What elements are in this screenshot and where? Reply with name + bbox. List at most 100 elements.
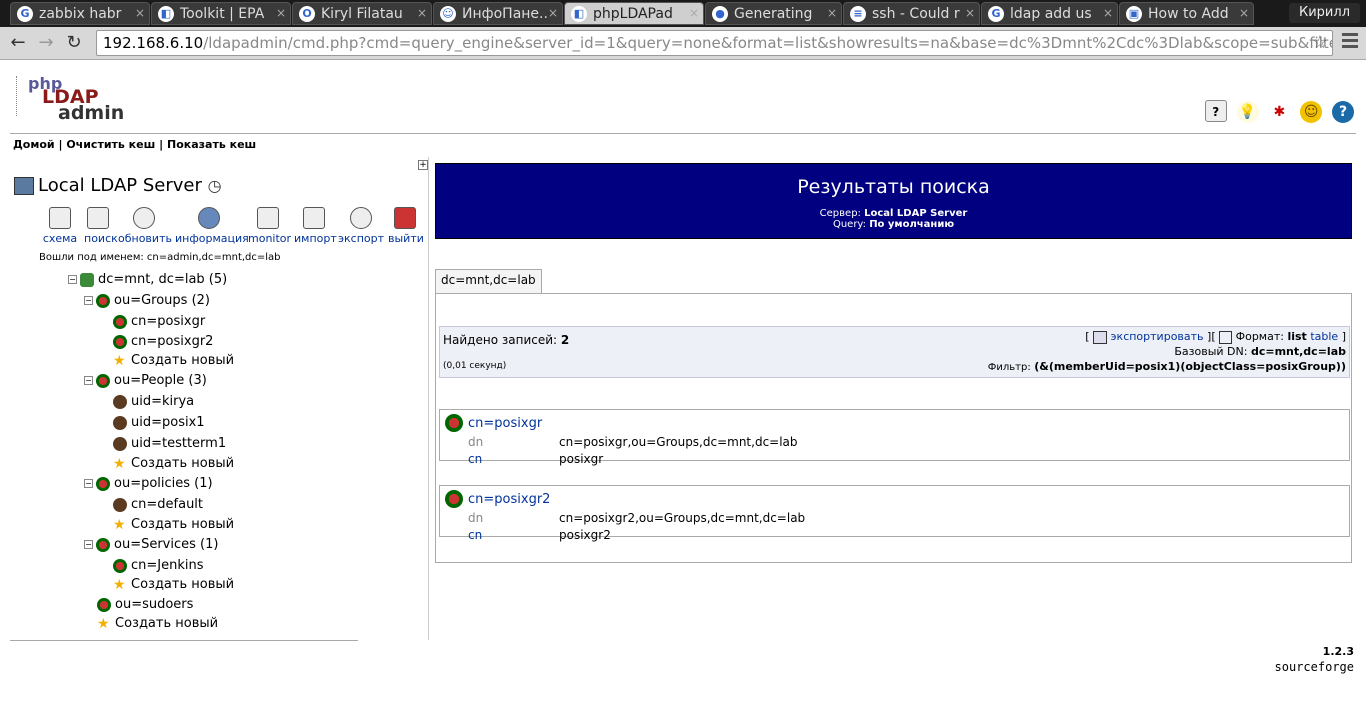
import-button[interactable]: импорт	[294, 207, 337, 245]
browser-tab[interactable]: ● Generating ×	[705, 2, 842, 25]
expand-toggle[interactable]: +	[418, 160, 428, 170]
entry-link[interactable]: cn=posixgr2	[468, 492, 550, 507]
refresh-icon	[133, 207, 155, 229]
close-icon[interactable]: ×	[548, 6, 558, 20]
user-icon	[113, 394, 127, 409]
forward-arrow-icon[interactable]: →	[34, 31, 58, 55]
collapse-toggle[interactable]: −	[68, 275, 77, 284]
tree-item[interactable]: uid=kirya	[113, 394, 194, 409]
profile-button[interactable]: Кирилл	[1289, 3, 1360, 23]
version-label: 1.2.3	[1322, 645, 1354, 658]
attr-link[interactable]: cn	[468, 452, 482, 466]
page-icon: ◧	[571, 6, 587, 22]
create-new-link[interactable]: ★ Создать новый	[113, 517, 234, 532]
clear-cache-link[interactable]: Очистить кеш	[66, 138, 155, 151]
group-icon	[445, 414, 463, 432]
entry-link[interactable]: cn=posixgr	[468, 416, 542, 431]
divider	[10, 640, 358, 641]
format-table-link[interactable]: table	[1310, 330, 1338, 343]
server-icon	[14, 177, 34, 195]
create-new-link[interactable]: ★ Создать новый	[113, 456, 234, 471]
attr-link[interactable]: cn	[468, 528, 482, 542]
info-button[interactable]: информация	[175, 207, 249, 245]
collapse-toggle[interactable]: −	[84, 540, 93, 549]
collapse-toggle[interactable]: −	[84, 376, 93, 385]
browser-tab[interactable]: ☺ ИнфоПане.. ×	[433, 2, 563, 25]
tree-item[interactable]: − ou=policies (1)	[84, 476, 213, 491]
close-icon[interactable]: ×	[417, 6, 427, 20]
tree-item[interactable]: − ou=Services (1)	[84, 537, 218, 552]
export-button[interactable]: экспорт	[338, 207, 384, 245]
close-icon[interactable]: ×	[965, 6, 975, 20]
avatar-icon: ☺	[440, 6, 456, 22]
schema-button[interactable]: схема	[40, 207, 80, 245]
result-entry: cn=posixgr2 dn cn=posixgr2,ou=Groups,dc=…	[439, 485, 1350, 542]
search-button[interactable]: поиск	[84, 207, 118, 245]
create-new-link[interactable]: ★ Создать новый	[97, 616, 218, 631]
results-header: Результаты поиска Сервер: Local LDAP Ser…	[435, 163, 1352, 239]
tree-item[interactable]: ou=sudoers	[97, 597, 193, 612]
tree-item[interactable]: cn=posixgr	[113, 314, 205, 329]
menu-icon[interactable]	[1342, 33, 1358, 51]
monitor-icon	[257, 207, 279, 229]
tree-item[interactable]: uid=posix1	[113, 415, 205, 430]
browser-tab[interactable]: ◧ Toolkit | EPA ×	[151, 2, 291, 25]
result-entry: cn=posixgr dn cn=posixgr,ou=Groups,dc=mn…	[439, 409, 1350, 466]
close-icon[interactable]: ×	[1103, 6, 1113, 20]
bug-icon[interactable]: ✱	[1268, 101, 1291, 123]
export-link[interactable]: экспортировать	[1111, 330, 1204, 343]
tree-item[interactable]: cn=Jenkins	[113, 558, 204, 573]
page-icon: ◧	[158, 6, 174, 22]
browser-tab[interactable]: Gldap add us ×	[981, 2, 1118, 25]
browser-tab[interactable]: Gzabbix habr ×	[10, 2, 150, 25]
browser-tab-active[interactable]: ◧ phpLDAPad ×	[564, 2, 704, 25]
logged-in-as: Вошли под именем: cn=admin,dc=mnt,dc=lab	[39, 252, 281, 263]
browser-toolbar: ← → ↻ 192.168.6.10/ldapadmin/cmd.php?cmd…	[0, 27, 1366, 60]
user-icon	[113, 497, 127, 512]
tree-item[interactable]: − ou=Groups (2)	[84, 293, 210, 308]
export-icon	[1093, 330, 1108, 344]
tree-item[interactable]: − ou=People (3)	[84, 373, 207, 388]
monitor-button[interactable]: monitor	[248, 207, 291, 245]
tree-item[interactable]: cn=default	[113, 497, 203, 512]
group-icon	[97, 597, 111, 612]
user-icon	[113, 436, 127, 451]
close-icon[interactable]: ×	[1239, 6, 1249, 20]
back-arrow-icon[interactable]: ←	[6, 31, 30, 55]
browser-tab[interactable]: O Kiryl Filatau ×	[292, 2, 432, 25]
tree-item[interactable]: cn=posixgr2	[113, 334, 213, 349]
bookmark-star-icon[interactable]: ☆	[1312, 32, 1328, 53]
close-icon[interactable]: ×	[276, 6, 286, 20]
group-icon	[445, 490, 463, 508]
refresh-button[interactable]: обновить	[118, 207, 172, 245]
info-icon	[198, 207, 220, 229]
logout-button[interactable]: выйти	[388, 207, 424, 245]
address-bar[interactable]: 192.168.6.10/ldapadmin/cmd.php?cmd=query…	[96, 30, 1333, 56]
format-list: list	[1287, 330, 1307, 343]
lightbulb-icon[interactable]: 💡	[1236, 101, 1259, 123]
close-icon[interactable]: ×	[135, 6, 145, 20]
close-icon[interactable]: ×	[827, 6, 837, 20]
format-icon	[1219, 330, 1233, 344]
help-icon[interactable]: ?	[1204, 100, 1227, 122]
group-icon	[96, 293, 110, 308]
search-icon	[87, 207, 109, 229]
home-link[interactable]: Домой	[13, 138, 55, 151]
tree-item[interactable]: uid=testterm1	[113, 436, 226, 451]
sourceforge-logo[interactable]: sourceforge	[1275, 660, 1354, 674]
close-icon[interactable]: ×	[689, 6, 699, 20]
reload-icon[interactable]: ↻	[62, 31, 86, 55]
browser-tab[interactable]: ≡ ssh - Could r ×	[843, 2, 980, 25]
browser-tabstrip: Gzabbix habr × ◧ Toolkit | EPA × O Kiryl Fil…	[0, 0, 1366, 27]
create-new-link[interactable]: ★ Создать новый	[113, 353, 234, 368]
show-cache-link[interactable]: Показать кеш	[167, 138, 256, 151]
create-new-link[interactable]: ★ Создать новый	[113, 577, 234, 592]
browser-tab[interactable]: ▣ How to Add ×	[1119, 2, 1254, 25]
tree-root[interactable]: − dc=mnt, dc=lab (5)	[68, 272, 227, 287]
collapse-toggle[interactable]: −	[84, 296, 93, 305]
base-dn-tab[interactable]: dc=mnt,dc=lab	[435, 269, 542, 293]
help-circle-icon[interactable]: ?	[1332, 101, 1354, 123]
collapse-toggle[interactable]: −	[84, 479, 93, 488]
smiley-icon[interactable]: ☺	[1300, 101, 1323, 123]
export-icon	[350, 207, 372, 229]
